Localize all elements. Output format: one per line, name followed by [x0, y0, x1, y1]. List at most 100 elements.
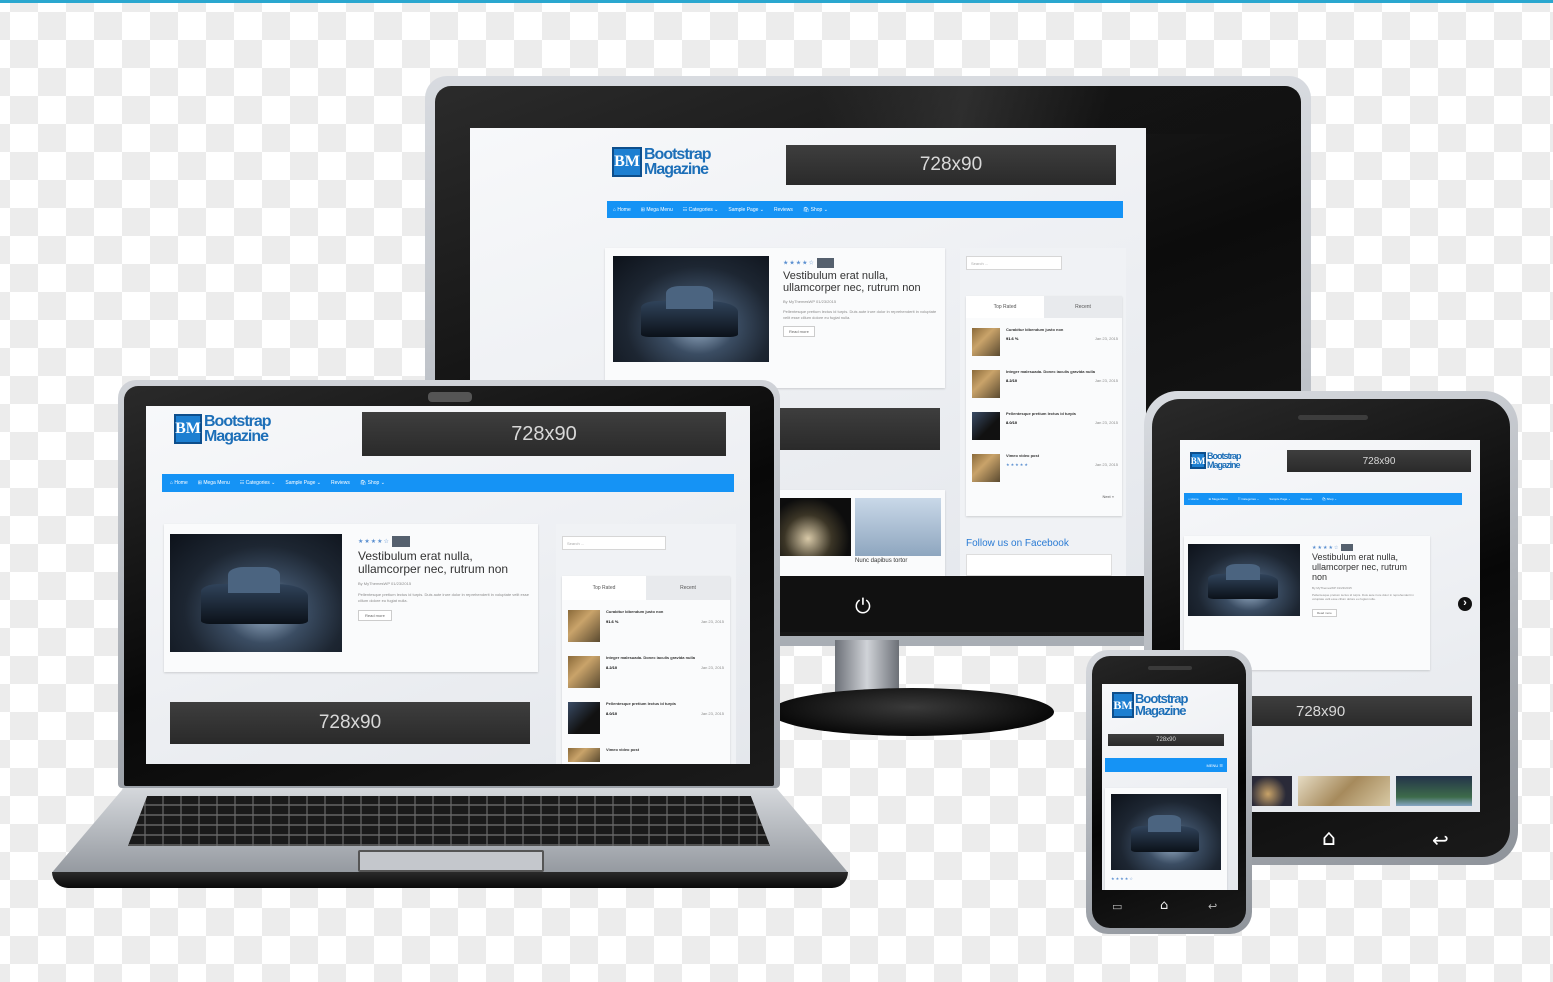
featured-post: ★★★★☆ Vestibulum erat nulla, ullamcorper…: [605, 248, 945, 388]
monitor-glare: [820, 86, 1300, 134]
post-meta: By MyThemesWP 01/23/2015: [358, 581, 412, 587]
carousel-next-icon[interactable]: ›: [1458, 597, 1472, 611]
tablet-back-icon[interactable]: ↩: [1432, 828, 1449, 852]
featured-post-image[interactable]: [170, 534, 342, 652]
sidebar-item[interactable]: Pellentesque pretium lectus id turpis 8.…: [972, 411, 1118, 440]
item-date: Jan 23, 2015: [700, 664, 724, 670]
main-nav: ⌂ Home ⊞ Mega Menu ☷ Categories ⌄ Sample…: [162, 474, 734, 492]
item-rating: 8.2/10: [606, 664, 618, 670]
logo-line-2: Magazine: [644, 161, 709, 179]
post-title[interactable]: Vestibulum erat nulla, ullamcorper nec, …: [358, 549, 532, 576]
post-title[interactable]: Vestibulum erat nulla, ullamcorper nec, …: [1312, 552, 1424, 583]
site-logo[interactable]: BM Bootstrap Magazine: [174, 413, 272, 446]
nav-sample-page[interactable]: Sample Page ⌄: [728, 207, 764, 213]
item-thumbnail: [972, 412, 1000, 440]
nav-mega-menu[interactable]: ⊞ Mega Menu: [1209, 497, 1228, 501]
item-title: Pellentesque pretium lectus id turpis: [1006, 411, 1077, 416]
facebook-box[interactable]: [966, 554, 1112, 576]
item-thumbnail: [972, 454, 1000, 482]
bottom-post-image-jet[interactable]: [855, 498, 941, 556]
header-ad-banner[interactable]: 728x90: [1108, 734, 1224, 746]
nav-reviews[interactable]: Reviews: [331, 480, 350, 486]
header-ad-banner[interactable]: 728x90: [786, 145, 1116, 185]
item-thumbnail: [972, 370, 1000, 398]
nav-home[interactable]: ⌂ Home: [170, 480, 188, 486]
content-ad-banner[interactable]: 728x90: [1252, 696, 1472, 726]
site-logo[interactable]: BM Bootstrap Magazine: [612, 146, 712, 179]
logo-abbr: BM: [1113, 697, 1133, 712]
nav-sample-page[interactable]: Sample Page ⌄: [285, 480, 321, 486]
sidebar-item[interactable]: Vimeo video post ★★★★★ Jan 23, 2015: [972, 453, 1118, 482]
nav-reviews[interactable]: Reviews: [774, 207, 793, 213]
phone-home-icon[interactable]: ⌂: [1160, 898, 1168, 913]
phone-screen: BM Bootstrap Magazine 728x90 MENU ☰ ★★★★…: [1102, 684, 1238, 890]
tab-top-rated[interactable]: Top Rated: [562, 576, 646, 600]
content-ad-banner[interactable]: 728x90: [170, 702, 530, 744]
sidebar-item[interactable]: Vimeo video post: [568, 747, 724, 762]
post-excerpt: Pellentesque pretium lectus id turpis. D…: [358, 592, 529, 603]
logo-abbr: BM: [614, 153, 640, 171]
read-more-button[interactable]: Read more: [1312, 609, 1337, 618]
read-more-button[interactable]: Read more: [783, 326, 815, 338]
sidebar-item[interactable]: Curabitur bibendum justo non 91.6 % Jan 2…: [972, 327, 1118, 356]
post-rating: ★★★★☆: [783, 260, 815, 267]
header-ad-banner[interactable]: 728x90: [1287, 450, 1471, 472]
laptop-front-edge: [52, 872, 848, 888]
phone-back-icon[interactable]: ↩: [1208, 900, 1217, 913]
logo-abbr: BM: [175, 420, 201, 438]
nav-categories[interactable]: ☷ Categories ⌄: [240, 480, 276, 486]
post-title[interactable]: Vestibulum erat nulla, ullamcorper nec, …: [783, 270, 938, 294]
item-rating: 8.0/10: [1006, 419, 1018, 425]
laptop-touchpad[interactable]: [358, 850, 544, 872]
ad-label: 728x90: [511, 422, 577, 445]
phone-recent-icon[interactable]: ▭: [1112, 900, 1122, 913]
sidebar-item[interactable]: Pellentesque pretium lectus id turpis 8.…: [568, 701, 724, 734]
laptop-webcam: [428, 392, 472, 402]
nav-shop[interactable]: 🛍 Shop ⌄: [803, 207, 828, 213]
sidebar-item[interactable]: Curabitur bibendum justo non 91.6 % Jan 2…: [568, 609, 724, 642]
nav-categories[interactable]: ☷ Categories ⌄: [683, 207, 719, 213]
featured-post-image[interactable]: [613, 256, 769, 362]
featured-post-image[interactable]: [1111, 794, 1221, 870]
tab-top-rated[interactable]: Top Rated: [966, 296, 1044, 318]
site-logo[interactable]: BM Bootstrap Magazine: [1190, 452, 1241, 470]
item-title: Vimeo video post: [1006, 453, 1040, 458]
header-ad-banner[interactable]: 728x90: [362, 412, 726, 456]
read-more-button[interactable]: Read more: [358, 609, 392, 621]
tab-recent[interactable]: Recent: [646, 576, 730, 600]
item-date: Jan 23, 2015: [700, 710, 724, 716]
nav-sample-page[interactable]: Sample Page ⌄: [1269, 497, 1290, 501]
post-rating: ★★★★☆: [1312, 544, 1340, 551]
item-date: Jan 23, 2015: [700, 618, 724, 624]
nav-home[interactable]: ⌂ Home: [1188, 497, 1199, 501]
monitor-stand-base: [770, 688, 1054, 736]
laptop-screen: BM Bootstrap Magazine 728x90 ⌂ Home ⊞ Me…: [146, 406, 750, 764]
nav-mega-menu[interactable]: ⊞ Mega Menu: [198, 480, 230, 486]
ad-label: 728x90: [1156, 737, 1176, 743]
nav-home[interactable]: ⌂ Home: [613, 207, 631, 213]
logo-line-2: Magazine: [204, 428, 269, 446]
bottom-caption[interactable]: Nunc dapibus tortor: [855, 558, 907, 564]
site-logo[interactable]: BM Bootstrap Magazine: [1112, 691, 1188, 718]
nav-mega-menu[interactable]: ⊞ Mega Menu: [641, 207, 673, 213]
featured-post-image[interactable]: [1188, 544, 1300, 616]
search-input[interactable]: Search ...: [966, 256, 1062, 270]
nav-reviews[interactable]: Reviews: [1301, 497, 1312, 501]
nav-categories[interactable]: ☷ Categories ⌄: [1238, 497, 1259, 501]
sidebar-item[interactable]: Integer malesuada. Donec iaculis gravida…: [972, 369, 1118, 398]
sidebar-item[interactable]: Integer malesuada. Donec iaculis gravida…: [568, 655, 724, 688]
item-rating: ★★★★★: [1006, 461, 1029, 467]
menu-toggle-button[interactable]: MENU ☰: [1207, 763, 1223, 768]
next-link[interactable]: Next »: [1102, 494, 1114, 499]
nav-shop[interactable]: 🛍 Shop ⌄: [1322, 497, 1337, 501]
tab-recent[interactable]: Recent: [1044, 296, 1122, 318]
ad-label: 728x90: [1296, 702, 1346, 720]
nav-shop[interactable]: 🛍 Shop ⌄: [360, 480, 385, 486]
gallery-image[interactable]: [1252, 776, 1292, 806]
search-input[interactable]: Search ...: [562, 536, 666, 550]
gallery-image[interactable]: [1396, 776, 1472, 806]
tablet-home-icon[interactable]: ⌂: [1322, 826, 1336, 851]
gallery-image[interactable]: [1298, 776, 1390, 806]
item-title: Curabitur bibendum justo non: [606, 609, 664, 614]
power-icon[interactable]: ⏻: [855, 594, 871, 618]
